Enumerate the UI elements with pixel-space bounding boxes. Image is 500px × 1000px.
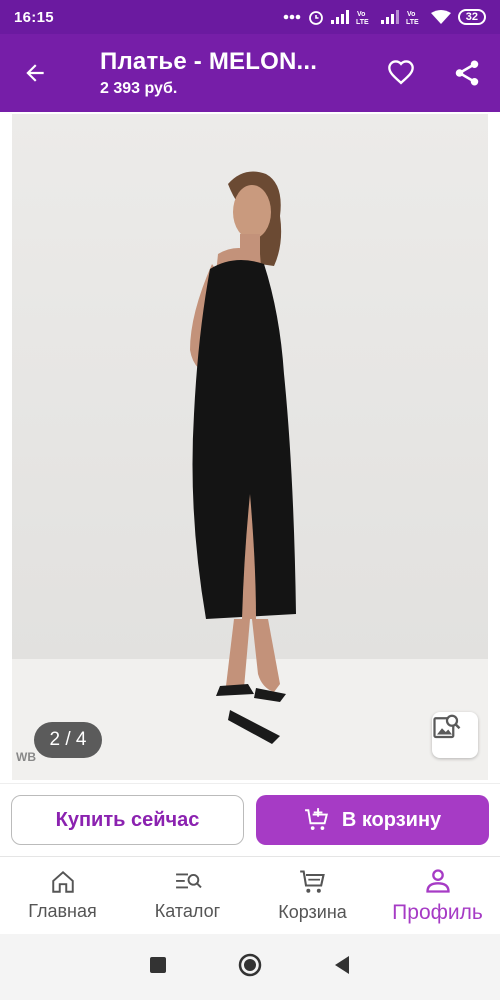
product-price: 2 393 руб. <box>100 80 178 97</box>
product-image[interactable]: 2 / 4 WB <box>12 114 488 780</box>
svg-text:Vo: Vo <box>407 11 415 18</box>
favorite-button[interactable] <box>368 34 434 112</box>
image-counter: 2 / 4 <box>34 722 102 758</box>
back-system-button[interactable] <box>333 955 351 980</box>
product-photo-illustration <box>12 114 488 780</box>
alarm-icon <box>308 11 323 25</box>
signal-icon-2 <box>380 10 399 24</box>
volte-icon-1: VoLTE <box>356 11 369 25</box>
signal-icon-1 <box>330 10 349 24</box>
add-to-cart-label: В корзину <box>341 808 442 831</box>
status-time: 16:15 <box>14 8 54 26</box>
purchase-actions: Купить сейчас В корзину <box>0 783 500 855</box>
nav-item-profile[interactable]: Профиль <box>375 857 500 934</box>
nav-label-profile: Профиль <box>392 900 483 924</box>
system-navigation <box>0 934 500 1000</box>
nav-label-home: Главная <box>28 901 97 921</box>
svg-text:LTE: LTE <box>356 19 369 25</box>
watermark: WB <box>16 750 36 764</box>
battery-indicator: 32 <box>457 9 486 25</box>
status-bar: 16:15 Vo LTE Vo LTE 32 <box>0 0 500 34</box>
add-cart-icon <box>304 808 328 830</box>
home-icon <box>51 870 74 893</box>
share-icon <box>455 60 479 86</box>
circle-icon <box>238 953 262 976</box>
nav-label-cart: Корзина <box>278 902 347 922</box>
app-bar: Платье - MELON... 2 393 руб. <box>0 34 500 112</box>
cart-icon <box>299 870 325 893</box>
nav-label-catalog: Каталог <box>154 901 221 921</box>
product-title: Платье - MELON... <box>100 48 318 75</box>
nav-item-home[interactable]: Главная <box>0 857 125 934</box>
image-search-icon <box>433 714 461 739</box>
catalog-search-icon <box>175 873 202 889</box>
home-system-button[interactable] <box>237 952 263 983</box>
image-search-button[interactable] <box>432 712 478 758</box>
volte-icon-2: VoLTE <box>406 11 419 25</box>
bottom-navigation: Главная Каталог Корзина Профиль <box>0 856 500 934</box>
nav-item-cart[interactable]: Корзина <box>250 857 375 934</box>
heart-icon <box>388 60 414 85</box>
profile-icon <box>425 868 450 893</box>
svg-text:LTE: LTE <box>406 19 419 25</box>
square-icon <box>150 956 166 973</box>
svg-text:Vo: Vo <box>357 11 365 18</box>
nav-item-catalog[interactable]: Каталог <box>125 857 250 934</box>
more-dots-icon <box>283 14 301 20</box>
status-icons: Vo LTE Vo LTE 32 <box>283 9 486 25</box>
share-button[interactable] <box>434 34 500 112</box>
wifi-icon <box>430 10 451 24</box>
add-to-cart-button[interactable]: В корзину <box>256 795 489 845</box>
recent-apps-button[interactable] <box>149 956 167 979</box>
triangle-back-icon <box>335 955 349 974</box>
buy-now-button[interactable]: Купить сейчас <box>11 795 244 845</box>
back-button[interactable] <box>0 34 70 112</box>
arrow-back-icon <box>26 64 44 82</box>
header-titles: Платье - MELON... 2 393 руб. <box>70 48 368 98</box>
